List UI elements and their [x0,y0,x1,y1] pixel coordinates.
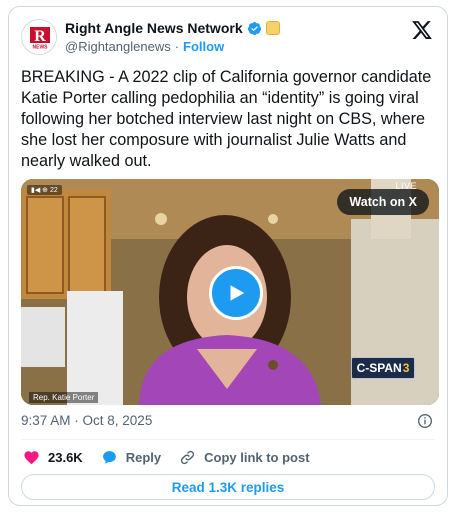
like-count: 23.6K [48,450,83,465]
reply-label: Reply [125,450,162,465]
verified-badge-icon [247,21,261,35]
account-name-row: Right Angle News Network [65,20,280,36]
copy-link-action[interactable]: Copy link to post [179,449,310,466]
play-icon [230,285,245,301]
watch-on-x-button[interactable]: Watch on X [337,189,429,215]
tweet-card: R NEWS Right Angle News Network @Rightan… [8,6,448,506]
account-avatar[interactable]: R NEWS [21,19,57,55]
link-icon [180,450,195,465]
tweet-text: BREAKING - A 2022 clip of California gov… [21,68,432,170]
copy-link-label: Copy link to post [204,450,310,465]
right-angle-logo-icon: R NEWS [23,21,56,54]
account-name[interactable]: Right Angle News Network [65,20,243,36]
svg-text:NEWS: NEWS [33,45,49,51]
x-logo-icon[interactable] [411,19,433,41]
network-number: 3 [402,361,410,375]
cspan-logo: C-SPAN 3 [351,357,415,379]
info-icon[interactable] [417,413,433,429]
tweet-timestamp[interactable]: 9:37 AM · Oct 8, 2025 [21,413,152,428]
action-bar: 23.6K Reply Copy link to post [23,449,310,466]
read-replies-button[interactable]: Read 1.3K replies [21,474,435,500]
network-name: C-SPAN [356,361,402,375]
divider [21,439,435,440]
svg-text:R: R [34,28,46,45]
handle-row: @Rightanglenews · Follow [65,39,224,54]
heart-icon [24,451,39,465]
reply-action[interactable]: Reply [101,449,161,466]
video-caption: Rep. Katie Porter [29,392,99,403]
reply-bubble-icon [102,451,116,464]
video-player[interactable]: ▮◀ ⊕ 22 LIVE Watch on X C-SPAN 3 Rep. Kat… [21,179,439,405]
like-action[interactable]: 23.6K [23,449,83,466]
camera-overlay: ▮◀ ⊕ 22 [27,185,62,195]
follow-button[interactable]: Follow [183,39,224,54]
affiliate-badge-icon [265,21,280,35]
play-button[interactable] [209,266,263,320]
separator-dot: · [174,39,180,54]
account-handle[interactable]: @Rightanglenews [65,39,171,54]
